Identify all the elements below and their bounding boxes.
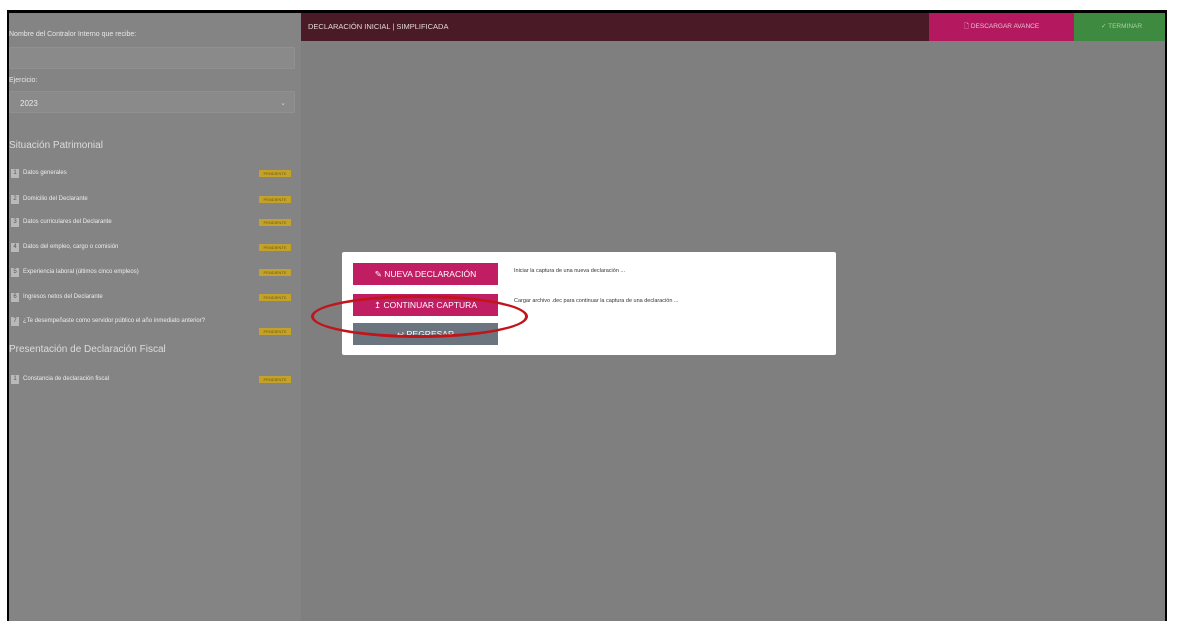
item-number: 1 <box>11 375 19 384</box>
receiver-input[interactable] <box>9 47 295 69</box>
item-number: 1 <box>11 169 19 178</box>
status-badge: PENDIENTE <box>259 294 291 301</box>
item-label: ¿Te desempeñaste como servidor público e… <box>23 318 206 324</box>
sidebar-item-datos-empleo[interactable]: 4 Datos del empleo, cargo o comisión PEN… <box>11 243 293 253</box>
sidebar-item-datos-curriculares[interactable]: 3 Datos curriculares del Declarante PEND… <box>11 218 293 228</box>
item-label: Datos generales <box>23 170 67 176</box>
ejercicio-select[interactable]: 2023 ⌄ <box>9 91 295 113</box>
item-number: 2 <box>11 195 19 204</box>
continue-capture-desc: Cargar archivo .dec para continuar la ca… <box>514 298 679 304</box>
item-label: Datos curriculares del Declarante <box>23 219 112 225</box>
item-number: 6 <box>11 293 19 302</box>
sidebar: Nombre del Contralor Interno que recibe:… <box>9 13 301 621</box>
sidebar-item-datos-generales[interactable]: 1 Datos generales PENDIENTE <box>11 169 293 179</box>
sidebar-item-servidor-publico[interactable]: 7 ¿Te desempeñaste como servidor público… <box>11 317 293 337</box>
ejercicio-label: Ejercicio: <box>9 77 38 84</box>
item-label: Experiencia laboral (últimos cinco emple… <box>23 269 139 275</box>
new-declaration-desc: Iniciar la captura de una nueva declarac… <box>514 268 625 274</box>
status-badge: PENDIENTE <box>259 196 291 203</box>
top-header: DECLARACIÓN INICIAL | SIMPLIFICADA 🗋 DES… <box>301 13 1165 41</box>
status-badge: PENDIENTE <box>259 376 291 383</box>
finish-label: TERMINAR <box>1108 23 1143 30</box>
item-label: Ingresos netos del Declarante <box>23 294 103 300</box>
back-label: REGRESAR <box>406 329 455 339</box>
return-arrow-icon: ↩ <box>396 329 405 339</box>
continue-capture-label: CONTINUAR CAPTURA <box>383 300 477 310</box>
sidebar-item-constancia-fiscal[interactable]: 1 Constancia de declaración fiscal PENDI… <box>11 375 293 385</box>
status-badge: PENDIENTE <box>259 269 291 276</box>
new-declaration-button[interactable]: ✎ NUEVA DECLARACIÓN <box>353 263 498 285</box>
fiscal-title: Presentación de Declaración Fiscal <box>9 344 166 355</box>
item-number: 5 <box>11 268 19 277</box>
upload-icon: ↥ <box>373 300 382 310</box>
continue-capture-button[interactable]: ↥ CONTINUAR CAPTURA <box>353 294 498 316</box>
sidebar-item-ingresos-netos[interactable]: 6 Ingresos netos del Declarante PENDIENT… <box>11 293 293 303</box>
check-icon: ✓ <box>1100 23 1107 30</box>
status-badge: PENDIENTE <box>259 219 291 226</box>
status-badge: PENDIENTE <box>259 244 291 251</box>
download-progress-button[interactable]: 🗋 DESCARGAR AVANCE <box>929 13 1074 41</box>
item-label: Constancia de declaración fiscal <box>23 376 110 382</box>
status-badge: PENDIENTE <box>259 170 291 177</box>
item-number: 7 <box>11 317 19 326</box>
new-declaration-label: NUEVA DECLARACIÓN <box>384 269 477 279</box>
pencil-icon: ✎ <box>374 269 382 279</box>
chevron-down-icon: ⌄ <box>280 100 286 107</box>
file-icon: 🗋 <box>963 23 970 30</box>
page-title: DECLARACIÓN INICIAL | SIMPLIFICADA <box>308 22 449 31</box>
item-number: 3 <box>11 218 19 227</box>
sidebar-item-experiencia-laboral[interactable]: 5 Experiencia laboral (últimos cinco emp… <box>11 268 293 278</box>
item-label: Datos del empleo, cargo o comisión <box>23 244 119 250</box>
status-badge: PENDIENTE <box>259 328 291 335</box>
situacion-title: Situación Patrimonial <box>9 140 103 151</box>
download-label: DESCARGAR AVANCE <box>970 23 1040 30</box>
receiver-label: Nombre del Contralor Interno que recibe: <box>9 31 137 38</box>
back-button[interactable]: ↩ REGRESAR <box>353 323 498 345</box>
item-label: Domicilio del Declarante <box>23 196 88 202</box>
finish-button[interactable]: ✓ TERMINAR <box>1074 13 1165 41</box>
capture-modal: ✎ NUEVA DECLARACIÓN Iniciar la captura d… <box>342 252 836 355</box>
item-number: 4 <box>11 243 19 252</box>
sidebar-item-domicilio[interactable]: 2 Domicilio del Declarante PENDIENTE <box>11 195 293 205</box>
ejercicio-value: 2023 <box>20 99 38 108</box>
